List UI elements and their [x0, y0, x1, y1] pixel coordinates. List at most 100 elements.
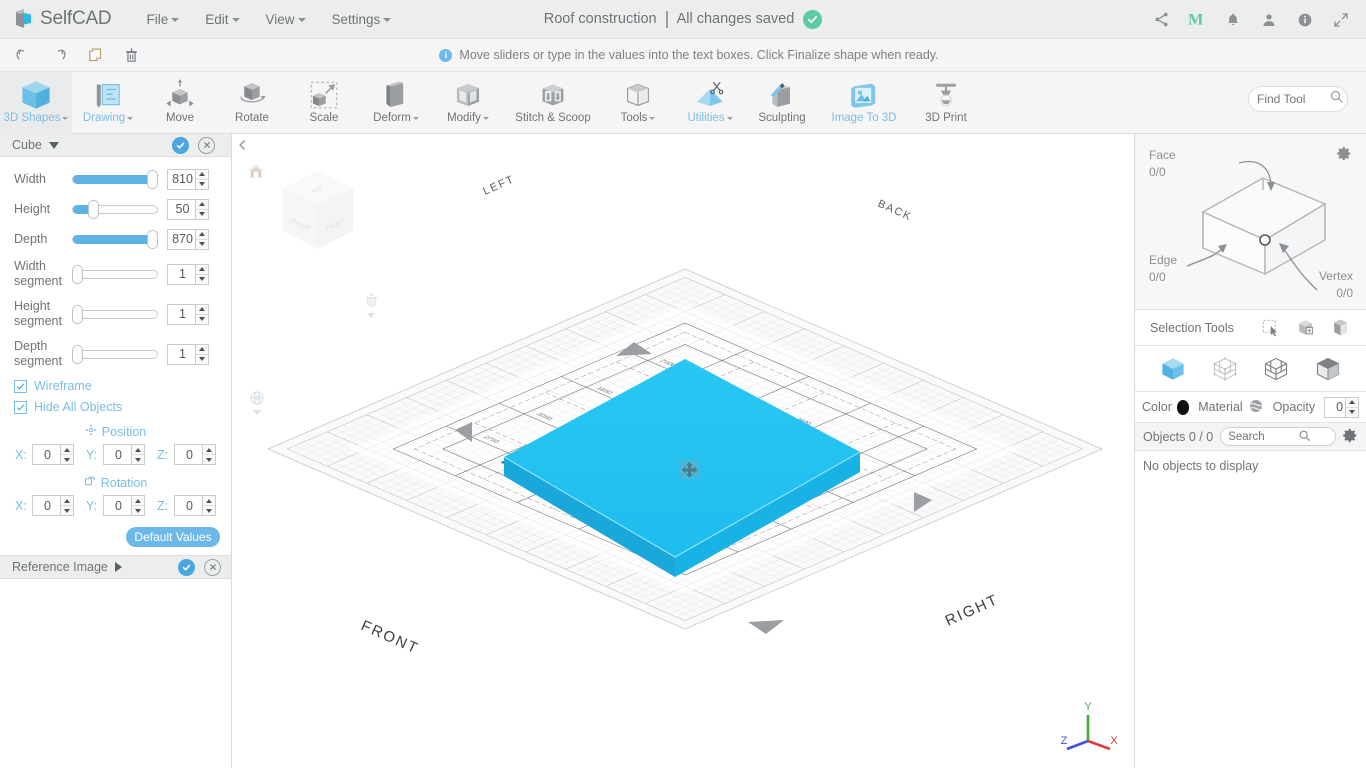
- reference-image-confirm-button[interactable]: [178, 558, 195, 576]
- stepper-down[interactable]: [196, 353, 208, 364]
- depth-segment-stepper[interactable]: [195, 344, 208, 364]
- document-title[interactable]: Roof construction: [544, 11, 657, 27]
- stepper-up[interactable]: [203, 496, 215, 505]
- find-tool-search[interactable]: [1248, 86, 1348, 112]
- stepper-down[interactable]: [132, 454, 144, 464]
- width-segment-stepper[interactable]: [195, 264, 208, 284]
- tool-tools[interactable]: Tools: [602, 72, 674, 134]
- medium-logo-icon[interactable]: M: [1184, 7, 1210, 33]
- cancel-button[interactable]: [198, 136, 215, 154]
- chevron-right-icon[interactable]: [114, 562, 122, 572]
- width-slider[interactable]: [72, 169, 158, 189]
- width-segment-input[interactable]: [168, 267, 197, 281]
- height-input-box[interactable]: [167, 198, 209, 220]
- edge-mode-icon[interactable]: [1263, 356, 1289, 382]
- position-x-input[interactable]: [33, 447, 62, 462]
- menu-item-edit[interactable]: Edit: [192, 8, 252, 31]
- slider-knob[interactable]: [147, 170, 158, 189]
- position-x-box[interactable]: [32, 444, 74, 465]
- stepper-up[interactable]: [196, 200, 208, 209]
- width-stepper[interactable]: [195, 169, 208, 189]
- tool-rotate[interactable]: Rotate: [216, 72, 288, 134]
- rotation-x-input[interactable]: [33, 498, 62, 513]
- height-segment-input[interactable]: [168, 307, 197, 321]
- position-y-box[interactable]: [103, 444, 145, 465]
- depth-segment-input-box[interactable]: [167, 343, 209, 365]
- menu-item-file[interactable]: File: [133, 8, 192, 31]
- stepper-up[interactable]: [1346, 398, 1358, 407]
- position-y-stepper[interactable]: [131, 445, 144, 464]
- rotation-x-box[interactable]: [32, 495, 74, 516]
- position-z-stepper[interactable]: [202, 445, 215, 464]
- stepper-down[interactable]: [196, 238, 208, 249]
- confirm-button[interactable]: [172, 136, 189, 154]
- slider-knob[interactable]: [88, 200, 99, 219]
- width-input[interactable]: [168, 172, 197, 186]
- stepper-down[interactable]: [132, 505, 144, 515]
- height-stepper[interactable]: [195, 199, 208, 219]
- undo-icon[interactable]: [10, 42, 36, 68]
- stepper-down[interactable]: [196, 178, 208, 189]
- stepper-up[interactable]: [203, 445, 215, 454]
- slider-knob[interactable]: [147, 230, 158, 249]
- position-y-input[interactable]: [104, 447, 133, 462]
- objects-search[interactable]: [1220, 427, 1336, 446]
- face-mode-icon[interactable]: [1315, 356, 1341, 382]
- stepper-up[interactable]: [196, 265, 208, 274]
- tool-3d-shapes[interactable]: 3D Shapes: [0, 72, 72, 134]
- rotation-y-box[interactable]: [103, 495, 145, 516]
- rectangle-select-icon[interactable]: [1261, 318, 1280, 337]
- box-select-icon[interactable]: [1296, 318, 1315, 337]
- stepper-up[interactable]: [132, 445, 144, 454]
- position-x-stepper[interactable]: [60, 445, 73, 464]
- tool-stitch-scoop[interactable]: Stitch & Scoop: [504, 72, 602, 134]
- paint-select-icon[interactable]: [1331, 318, 1350, 337]
- checkbox-wireframe[interactable]: Wireframe: [14, 379, 231, 393]
- chevron-down-icon[interactable]: [48, 141, 59, 149]
- stepper-up[interactable]: [196, 170, 208, 179]
- stepper-down[interactable]: [203, 454, 215, 464]
- stepper-down[interactable]: [1346, 406, 1358, 417]
- height-segment-slider[interactable]: [72, 304, 158, 324]
- opacity-input-box[interactable]: [1324, 396, 1359, 418]
- position-z-box[interactable]: [174, 444, 216, 465]
- stepper-up[interactable]: [61, 445, 73, 454]
- height-segment-stepper[interactable]: [195, 304, 208, 324]
- copy-icon[interactable]: [82, 42, 108, 68]
- rotation-z-stepper[interactable]: [202, 496, 215, 515]
- reference-image-panel-header[interactable]: Reference Image: [0, 555, 231, 579]
- color-swatch[interactable]: [1176, 399, 1190, 415]
- brand[interactable]: SelfCAD: [13, 7, 112, 31]
- stepper-down[interactable]: [61, 505, 73, 515]
- vertex-mode-icon[interactable]: [1212, 356, 1238, 382]
- redo-icon[interactable]: [46, 42, 72, 68]
- height-input[interactable]: [168, 202, 197, 216]
- stepper-down[interactable]: [61, 454, 73, 464]
- reference-image-cancel-button[interactable]: [204, 558, 221, 576]
- slider-knob[interactable]: [72, 265, 83, 284]
- tool-sculpting[interactable]: Sculpting: [746, 72, 818, 134]
- rotation-y-input[interactable]: [104, 498, 133, 513]
- tool-utilities[interactable]: Utilities: [674, 72, 746, 134]
- stepper-up[interactable]: [196, 305, 208, 314]
- position-z-input[interactable]: [175, 447, 204, 462]
- move-gizmo-icon[interactable]: [680, 460, 699, 479]
- user-account-icon[interactable]: [1256, 7, 1282, 33]
- share-icon[interactable]: [1148, 7, 1174, 33]
- tool-drawing[interactable]: Drawing: [72, 72, 144, 134]
- objects-settings-gear-icon[interactable]: [1343, 428, 1358, 446]
- depth-input-box[interactable]: [167, 228, 209, 250]
- opacity-stepper[interactable]: [1345, 397, 1358, 417]
- stepper-down[interactable]: [203, 505, 215, 515]
- stepper-up[interactable]: [196, 345, 208, 354]
- rotation-y-stepper[interactable]: [131, 496, 144, 515]
- trash-icon[interactable]: [118, 42, 144, 68]
- slider-knob[interactable]: [72, 305, 83, 324]
- info-icon[interactable]: [1292, 7, 1318, 33]
- depth-segment-slider[interactable]: [72, 344, 158, 364]
- depth-segment-input[interactable]: [168, 347, 197, 361]
- material-icon[interactable]: [1248, 398, 1264, 417]
- width-segment-input-box[interactable]: [167, 263, 209, 285]
- stepper-down[interactable]: [196, 313, 208, 324]
- depth-stepper[interactable]: [195, 229, 208, 249]
